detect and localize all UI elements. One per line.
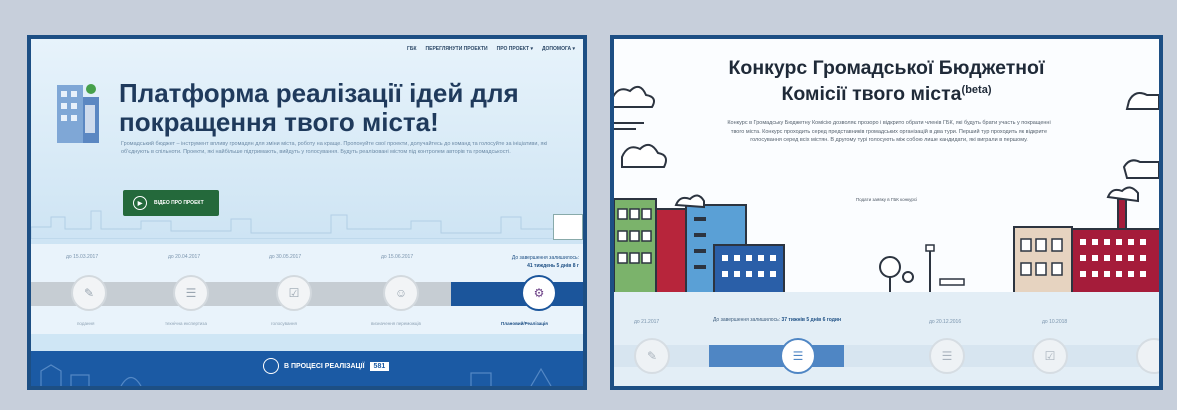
stage-date: до 10.2018: [1042, 319, 1068, 325]
stage-date: до 20.12.2016: [929, 319, 962, 325]
stage-label: технічна експертиза: [165, 321, 207, 326]
stages-band: [614, 292, 1159, 386]
stage-implementation-icon[interactable]: ⚙: [521, 275, 557, 311]
nav-about[interactable]: ПРО ПРОЕКТ ▾: [497, 46, 533, 52]
stage-vote-icon[interactable]: ☑: [276, 275, 312, 311]
stage-label-active: Плановий/Реалізація: [501, 321, 548, 326]
nav-view-projects[interactable]: ПЕРЕГЛЯНУТИ ПРОЕКТИ: [426, 46, 488, 52]
title-line-1: Конкурс Громадської Бюджетної: [728, 57, 1045, 79]
stage-label: голосування: [271, 321, 297, 326]
stage-date: до 20.04.2017: [168, 254, 201, 260]
stage-date: до 15.06.2017: [381, 254, 414, 260]
countdown-label: До завершення залишилось:: [712, 317, 781, 323]
hero-description: Громадський бюджет – інструмент впливу г…: [121, 141, 548, 155]
stage-label: подання: [77, 321, 95, 326]
stage-submit-icon[interactable]: ✎: [71, 275, 107, 311]
countdown-value: 41 тиждень 5 днів 8 г: [527, 263, 579, 269]
stage-1-icon[interactable]: ✎: [634, 338, 670, 374]
implementation-count: 581: [369, 361, 390, 371]
progress-active-segment: [451, 282, 583, 306]
nav-help[interactable]: ДОПОМОГА ▾: [542, 46, 575, 52]
page-title: Платформа реалізації ідей для покращення…: [119, 78, 519, 137]
in-implementation-badge[interactable]: В ПРОЦЕСІ РЕАЛІЗАЦІЇ 581: [263, 358, 390, 374]
stage-3-icon[interactable]: ☰: [929, 338, 965, 374]
title-line-2: Комісії твого міста: [781, 83, 962, 105]
left-screenshot: ГБК ПЕРЕГЛЯНУТИ ПРОЕКТИ ПРО ПРОЕКТ ▾ ДОП…: [27, 35, 587, 390]
apply-link[interactable]: Подати заявку в ГБК конкурсі: [614, 197, 1159, 202]
city-skyline-decoration: [31, 210, 583, 239]
stage-2-icon[interactable]: ☰: [780, 338, 816, 374]
contest-description: Конкурс в Громадську Бюджетну Комісію до…: [727, 120, 1051, 144]
footer-label: В ПРОЦЕСІ РЕАЛІЗАЦІЇ: [284, 362, 365, 370]
right-screenshot: Конкурс Громадської Бюджетної Комісії тв…: [610, 35, 1163, 390]
stage-date: до 30.05.2017: [269, 254, 302, 260]
nav-gbk[interactable]: ГБК: [407, 46, 416, 52]
implementation-footer: В ПРОЦЕСІ РЕАЛІЗАЦІЇ 581: [31, 351, 583, 386]
stage-date: до 21.2017: [634, 319, 660, 325]
countdown: До завершення залишилось: 41 тиждень 5 д…: [487, 254, 579, 270]
stage-date: до 15.03.2017: [66, 254, 99, 260]
countdown: До завершення залишилось: 37 тижнів 5 дн…: [692, 317, 862, 324]
stage-4-icon[interactable]: ☑: [1032, 338, 1068, 374]
countdown-label: До завершення залишилось:: [511, 255, 579, 261]
progress-active-segment: [709, 345, 844, 367]
stage-winners-icon[interactable]: ☺: [383, 275, 419, 311]
implementation-icon: [263, 358, 279, 374]
countdown-value: 37 тижнів 5 днів 6 годин: [781, 317, 842, 323]
stage-label: визначення переможців: [371, 321, 421, 326]
stage-review-icon[interactable]: ☰: [173, 275, 209, 311]
contest-title: Конкурс Громадської Бюджетної Комісії тв…: [714, 57, 1059, 105]
building-logo-icon: [57, 84, 99, 143]
top-nav: ГБК ПЕРЕГЛЯНУТИ ПРОЕКТИ ПРО ПРОЕКТ ▾ ДОП…: [407, 46, 575, 52]
progress-track: [614, 345, 1159, 367]
mini-widget: [553, 214, 583, 240]
beta-badge: (beta): [961, 84, 992, 96]
